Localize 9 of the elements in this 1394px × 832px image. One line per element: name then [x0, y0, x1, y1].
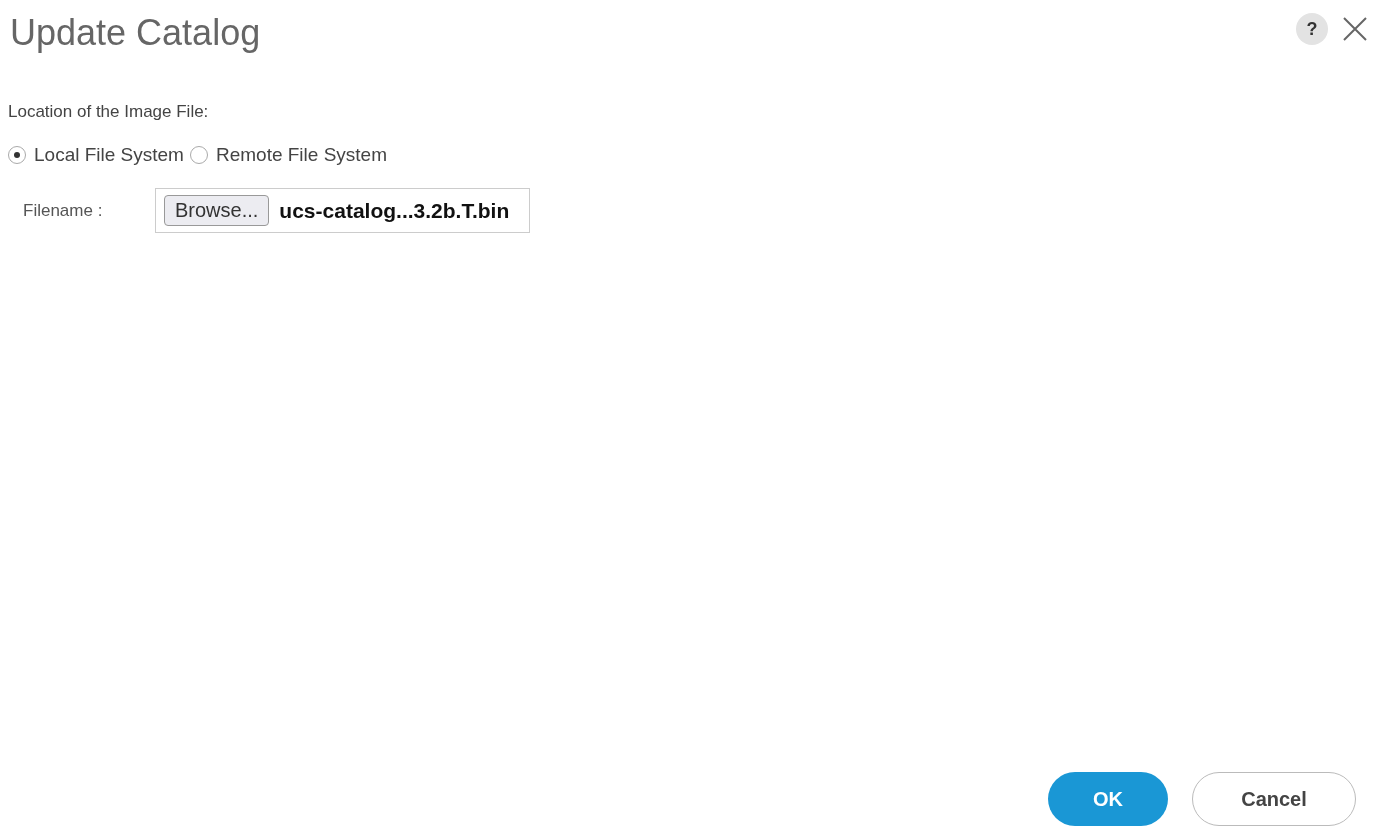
- filename-label: Filename :: [23, 200, 104, 221]
- location-label: Location of the Image File:: [8, 102, 209, 122]
- browse-button[interactable]: Browse...: [164, 195, 270, 226]
- help-button[interactable]: ?: [1296, 13, 1328, 45]
- file-input-field[interactable]: Browse... ucs-catalog...3.2b.T.bin: [155, 188, 531, 233]
- close-icon[interactable]: [1342, 16, 1368, 42]
- cancel-button[interactable]: Cancel: [1192, 772, 1356, 826]
- dialog-title: Update Catalog: [9, 12, 261, 54]
- file-name: ucs-catalog...3.2b.T.bin: [279, 198, 510, 223]
